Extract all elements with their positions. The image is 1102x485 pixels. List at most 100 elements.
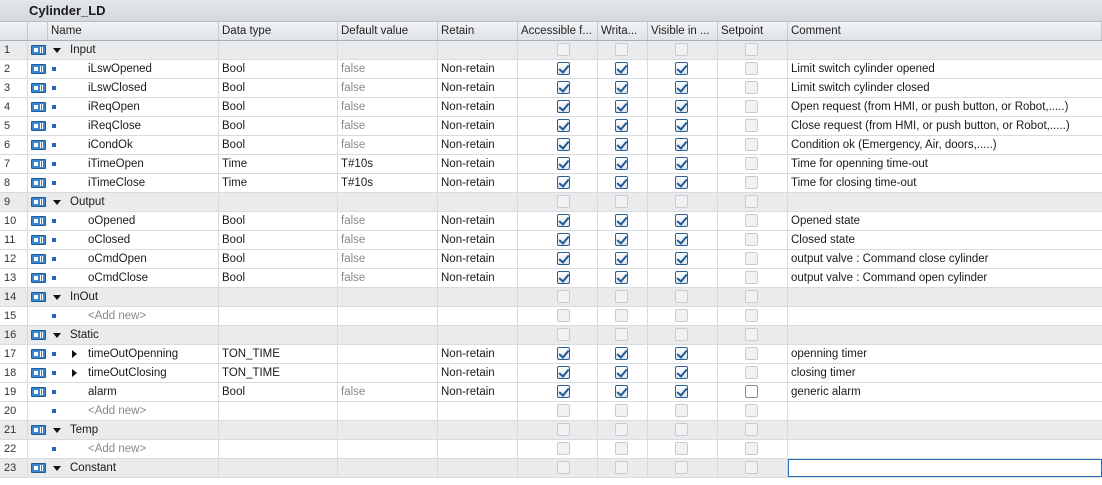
row-number[interactable]: 20	[0, 402, 28, 420]
default-value-cell[interactable]: T#10s	[338, 155, 438, 173]
visible-checkbox[interactable]	[675, 423, 688, 436]
comment-cell[interactable]	[788, 402, 1102, 420]
retain-cell[interactable]: Non-retain	[438, 250, 518, 268]
visible-checkbox[interactable]	[675, 195, 688, 208]
header-name[interactable]: Name	[48, 22, 219, 40]
accessible-checkbox[interactable]	[557, 347, 570, 360]
name-cell[interactable]: oClosed	[48, 231, 219, 249]
retain-cell[interactable]: Non-retain	[438, 231, 518, 249]
retain-cell[interactable]: Non-retain	[438, 174, 518, 192]
writable-checkbox[interactable]	[615, 176, 628, 189]
comment-cell[interactable]: Limit switch cylinder closed	[788, 79, 1102, 97]
table-row[interactable]: 11 oClosed Bool false Non-retain Closed state	[0, 231, 1102, 250]
default-value-cell[interactable]	[338, 41, 438, 59]
default-value-cell[interactable]	[338, 326, 438, 344]
comment-cell[interactable]	[788, 288, 1102, 306]
writable-checkbox[interactable]	[615, 214, 628, 227]
data-type-cell[interactable]: Bool	[219, 212, 338, 230]
expanded-triangle-icon[interactable]	[53, 193, 63, 211]
writable-checkbox[interactable]	[615, 461, 628, 474]
row-number[interactable]: 3	[0, 79, 28, 97]
default-value-cell[interactable]: T#10s	[338, 174, 438, 192]
data-type-cell[interactable]: Bool	[219, 79, 338, 97]
default-value-cell[interactable]: false	[338, 212, 438, 230]
comment-cell[interactable]: Open request (from HMI, or push button, …	[788, 98, 1102, 116]
default-value-cell[interactable]	[338, 364, 438, 382]
comment-cell[interactable]: Limit switch cylinder opened	[788, 60, 1102, 78]
name-cell[interactable]: <Add new>	[48, 440, 219, 458]
writable-checkbox[interactable]	[615, 423, 628, 436]
accessible-checkbox[interactable]	[557, 290, 570, 303]
visible-checkbox[interactable]	[675, 233, 688, 246]
writable-checkbox[interactable]	[615, 157, 628, 170]
setpoint-checkbox[interactable]	[745, 328, 758, 341]
data-type-cell[interactable]	[219, 459, 338, 477]
retain-cell[interactable]: Non-retain	[438, 383, 518, 401]
retain-cell[interactable]	[438, 307, 518, 325]
accessible-checkbox[interactable]	[557, 43, 570, 56]
writable-checkbox[interactable]	[615, 119, 628, 132]
setpoint-checkbox[interactable]	[745, 461, 758, 474]
retain-cell[interactable]	[438, 440, 518, 458]
table-row[interactable]: 8 iTimeClose Time T#10s Non-retain Time for c…	[0, 174, 1102, 193]
retain-cell[interactable]	[438, 326, 518, 344]
name-cell[interactable]: oOpened	[48, 212, 219, 230]
visible-checkbox[interactable]	[675, 404, 688, 417]
writable-checkbox[interactable]	[615, 43, 628, 56]
setpoint-checkbox[interactable]	[745, 62, 758, 75]
collapsed-triangle-icon[interactable]	[70, 345, 80, 363]
retain-cell[interactable]: Non-retain	[438, 269, 518, 287]
default-value-cell[interactable]	[338, 193, 438, 211]
setpoint-checkbox[interactable]	[745, 309, 758, 322]
writable-checkbox[interactable]	[615, 385, 628, 398]
expanded-triangle-icon[interactable]	[53, 421, 63, 439]
default-value-cell[interactable]: false	[338, 250, 438, 268]
name-cell[interactable]: timeOutClosing	[48, 364, 219, 382]
writable-checkbox[interactable]	[615, 309, 628, 322]
setpoint-checkbox[interactable]	[745, 214, 758, 227]
retain-cell[interactable]: Non-retain	[438, 345, 518, 363]
accessible-checkbox[interactable]	[557, 81, 570, 94]
default-value-cell[interactable]: false	[338, 136, 438, 154]
retain-cell[interactable]: Non-retain	[438, 212, 518, 230]
header-accessible[interactable]: Accessible f...	[518, 22, 598, 40]
retain-cell[interactable]: Non-retain	[438, 79, 518, 97]
comment-cell[interactable]: Closed state	[788, 231, 1102, 249]
name-cell[interactable]: Temp	[48, 421, 219, 439]
data-type-cell[interactable]: TON_TIME	[219, 345, 338, 363]
visible-checkbox[interactable]	[675, 290, 688, 303]
table-row[interactable]: 6 iCondOk Bool false Non-retain Condition ok …	[0, 136, 1102, 155]
add-new-row[interactable]: 15 <Add new>	[0, 307, 1102, 326]
setpoint-checkbox[interactable]	[745, 138, 758, 151]
visible-checkbox[interactable]	[675, 157, 688, 170]
accessible-checkbox[interactable]	[557, 423, 570, 436]
default-value-cell[interactable]: false	[338, 269, 438, 287]
accessible-checkbox[interactable]	[557, 442, 570, 455]
visible-checkbox[interactable]	[675, 176, 688, 189]
expanded-triangle-icon[interactable]	[53, 326, 63, 344]
setpoint-checkbox[interactable]	[745, 176, 758, 189]
default-value-cell[interactable]	[338, 345, 438, 363]
default-value-cell[interactable]: false	[338, 79, 438, 97]
table-row[interactable]: 3 iLswClosed Bool false Non-retain Limit swit…	[0, 79, 1102, 98]
add-new-row[interactable]: 22 <Add new>	[0, 440, 1102, 459]
row-number[interactable]: 2	[0, 60, 28, 78]
name-cell[interactable]: <Add new>	[48, 402, 219, 420]
row-number[interactable]: 7	[0, 155, 28, 173]
visible-checkbox[interactable]	[675, 214, 688, 227]
name-cell[interactable]: timeOutOpenning	[48, 345, 219, 363]
section-row[interactable]: 21 Temp	[0, 421, 1102, 440]
accessible-checkbox[interactable]	[557, 214, 570, 227]
retain-cell[interactable]	[438, 193, 518, 211]
expanded-triangle-icon[interactable]	[53, 459, 63, 477]
name-cell[interactable]: alarm	[48, 383, 219, 401]
writable-checkbox[interactable]	[615, 252, 628, 265]
data-type-cell[interactable]: Bool	[219, 117, 338, 135]
setpoint-checkbox[interactable]	[745, 290, 758, 303]
default-value-cell[interactable]	[338, 402, 438, 420]
comment-cell[interactable]	[788, 193, 1102, 211]
writable-checkbox[interactable]	[615, 347, 628, 360]
setpoint-checkbox[interactable]	[745, 366, 758, 379]
writable-checkbox[interactable]	[615, 195, 628, 208]
table-row[interactable]: 19 alarm Bool false Non-retain generic alarm	[0, 383, 1102, 402]
